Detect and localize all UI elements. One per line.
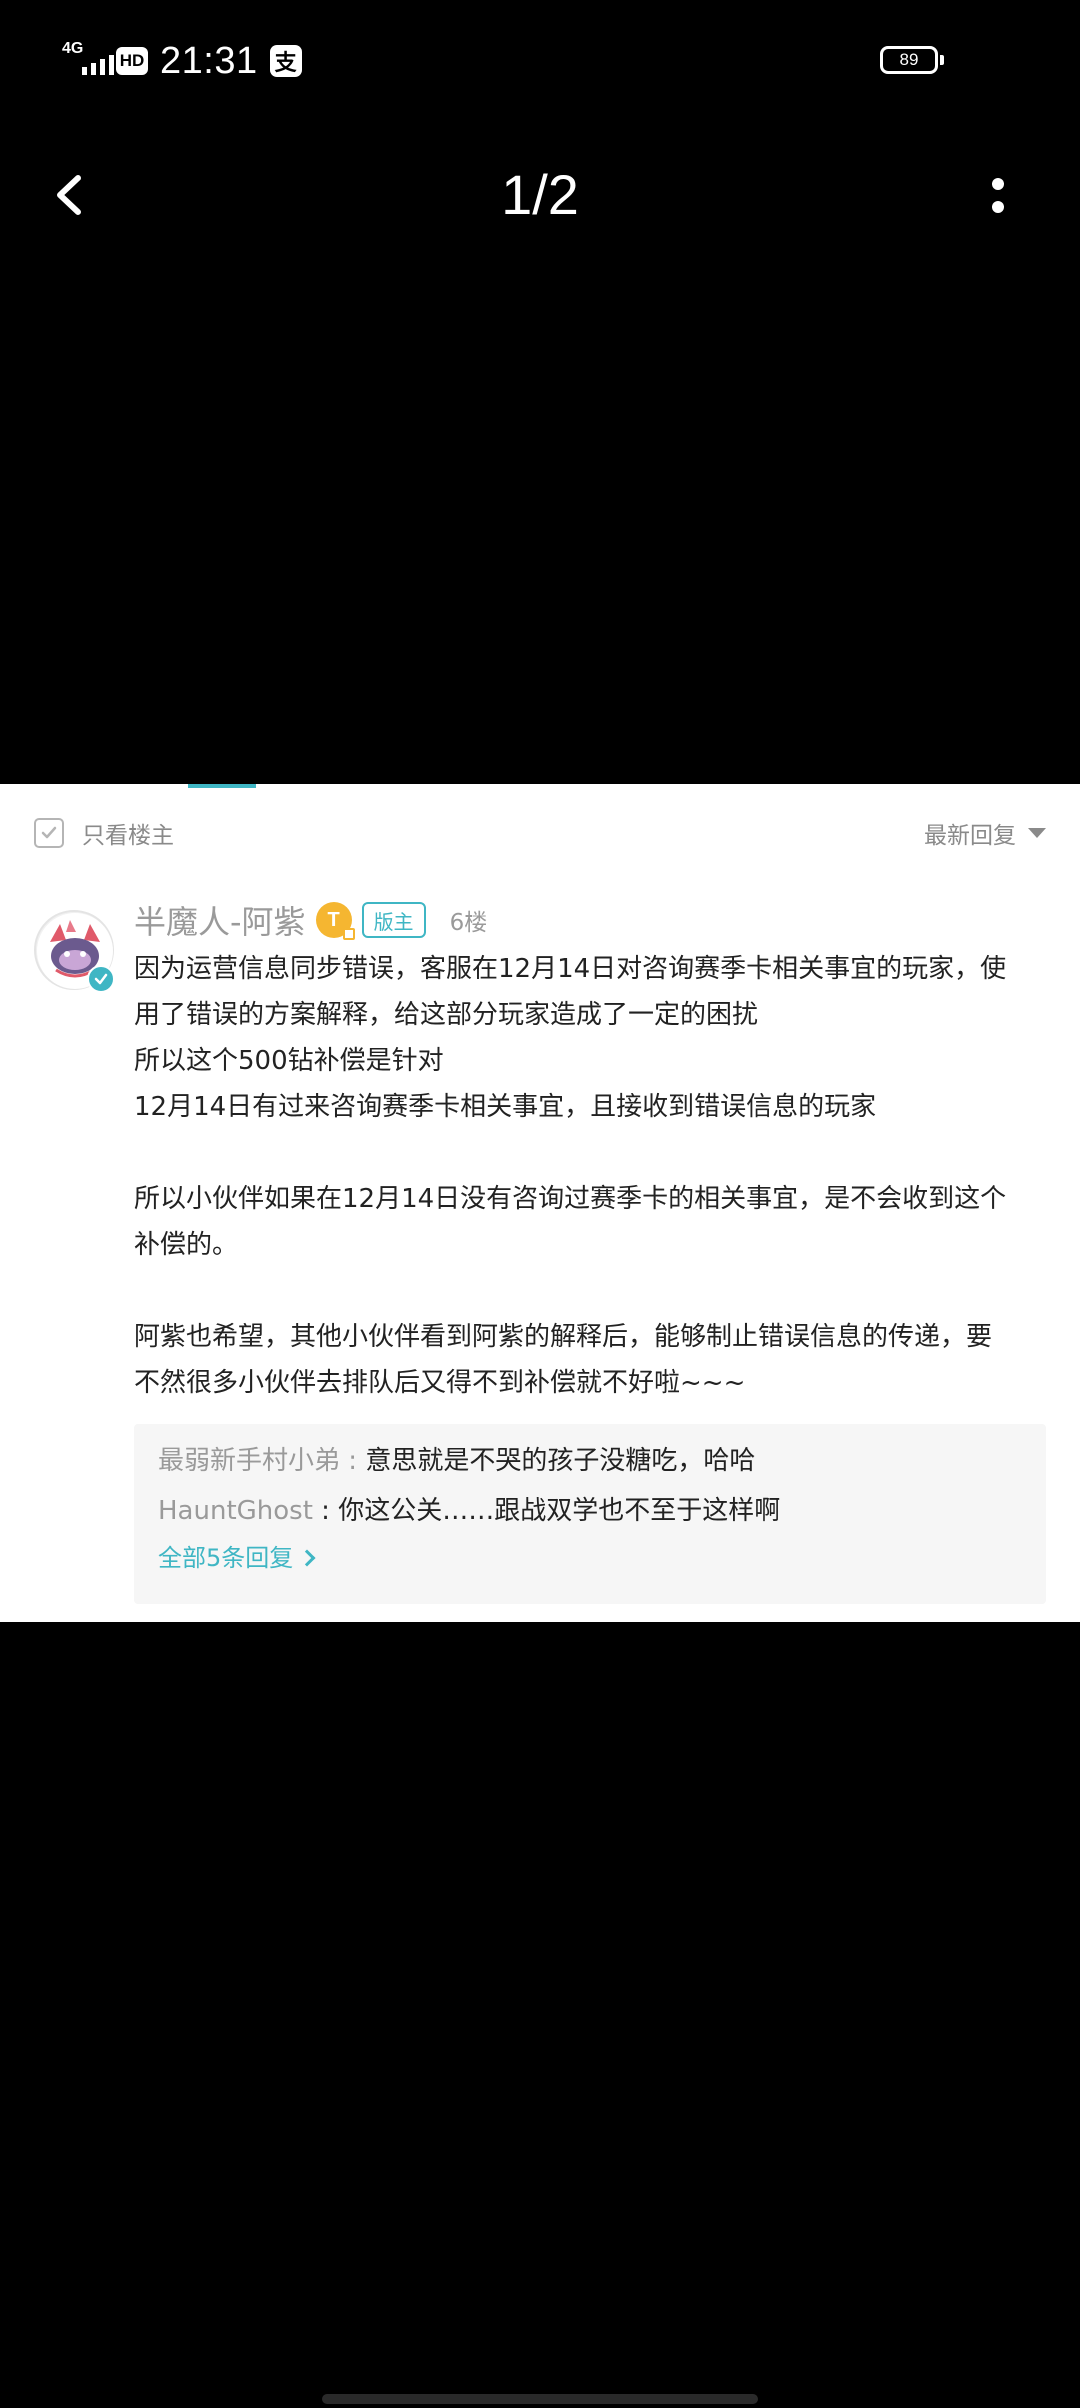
level-badge: T <box>315 902 355 940</box>
author-row: 半魔人-阿紫 T 版主 6楼 <box>134 896 487 944</box>
hd-badge: HD <box>116 47 148 75</box>
reply-preview-box[interactable]: 最弱新手村小弟 : 意思就是不哭的孩子没糖吃，哈哈 HauntGhost : 你… <box>134 1424 1046 1604</box>
clock: 21:31 <box>160 39 258 82</box>
verified-icon <box>87 965 115 993</box>
network-type: 4G <box>62 40 84 57</box>
notification-app-icon: 支 <box>269 45 302 77</box>
status-left: 4G HD 21:31 支 <box>62 38 302 84</box>
reply-author[interactable]: HauntGhost <box>158 1496 313 1526</box>
post-line: 用了错误的方案解释，给这部分玩家造成了一定的困扰 <box>134 1000 759 1030</box>
more-vertical-icon <box>992 178 1004 213</box>
battery-icon: 89 <box>880 46 938 74</box>
reply-text: 意思就是不哭的孩子没糖吃，哈哈 <box>365 1446 756 1476</box>
check-icon <box>41 826 57 839</box>
view-all-replies-label: 全部5条回复 <box>158 1544 294 1572</box>
post-line: 补偿的。 <box>134 1230 239 1260</box>
floor-number: 6楼 <box>449 910 488 936</box>
post-line: 所以这个500钻补偿是针对 <box>134 1046 444 1076</box>
checkbox[interactable] <box>34 818 64 848</box>
view-all-replies-link[interactable]: 全部5条回复 <box>158 1536 1022 1580</box>
post-line: 不然很多小伙伴去排队后又得不到补偿就不好啦~~~ <box>134 1368 746 1398</box>
battery-level: 89 <box>899 50 919 69</box>
avatar[interactable] <box>34 910 115 993</box>
sort-label: 最新回复 <box>924 823 1016 849</box>
reply-separator: : <box>312 1496 339 1526</box>
post-body: 因为运营信息同步错误，客服在12月14日对咨询赛季卡相关事宜的玩家，使 用了错误… <box>134 946 1046 1406</box>
moderator-badge: 版主 <box>361 902 426 938</box>
chevron-right-icon <box>298 1549 316 1567</box>
more-options-button[interactable] <box>968 160 1028 230</box>
home-indicator[interactable] <box>322 2394 758 2404</box>
post-line: 所以小伙伴如果在12月14日没有咨询过赛季卡的相关事宜，是不会收到这个 <box>134 1184 1007 1214</box>
caret-down-icon <box>1028 828 1046 838</box>
reply-text: 你这公关……跟战双学也不至于这样啊 <box>338 1496 781 1526</box>
lock-icon <box>342 928 355 940</box>
post-screenshot[interactable]: 只看楼主 最新回复 半魔人-阿紫 T 版主 6楼 因为运营信息同步错误，客服在1… <box>0 784 1080 1622</box>
reply-separator: : <box>340 1446 366 1476</box>
cellular-signal-icon: 4G <box>62 40 114 81</box>
post-line: 12月14日有过来咨询赛季卡相关事宜，且接收到错误信息的玩家 <box>134 1092 877 1122</box>
status-bar: 4G HD 21:31 支 89 <box>0 0 1080 110</box>
battery-tip <box>940 55 944 65</box>
reply-item[interactable]: 最弱新手村小弟 : 意思就是不哭的孩子没糖吃，哈哈 <box>158 1436 1022 1486</box>
level-badge-label: T <box>327 908 340 931</box>
author-name[interactable]: 半魔人-阿紫 <box>134 897 306 943</box>
reply-item[interactable]: HauntGhost : 你这公关……跟战双学也不至于这样啊 <box>158 1486 1022 1536</box>
reply-author[interactable]: 最弱新手村小弟 <box>158 1446 340 1476</box>
image-viewer-nav: 1/2 <box>0 150 1080 240</box>
page-indicator: 1/2 <box>501 163 579 226</box>
post-line: 因为运营信息同步错误，客服在12月14日对咨询赛季卡相关事宜的玩家，使 <box>134 954 1007 984</box>
tab-indicator <box>188 784 256 788</box>
signal-bars <box>82 55 114 75</box>
post-line: 阿紫也希望，其他小伙伴看到阿紫的解释后，能够制止错误信息的传递，要 <box>134 1322 993 1352</box>
sort-dropdown[interactable]: 最新回复 <box>924 814 1046 852</box>
only-op-label: 只看楼主 <box>82 823 174 849</box>
only-op-toggle[interactable]: 只看楼主 <box>34 814 174 852</box>
